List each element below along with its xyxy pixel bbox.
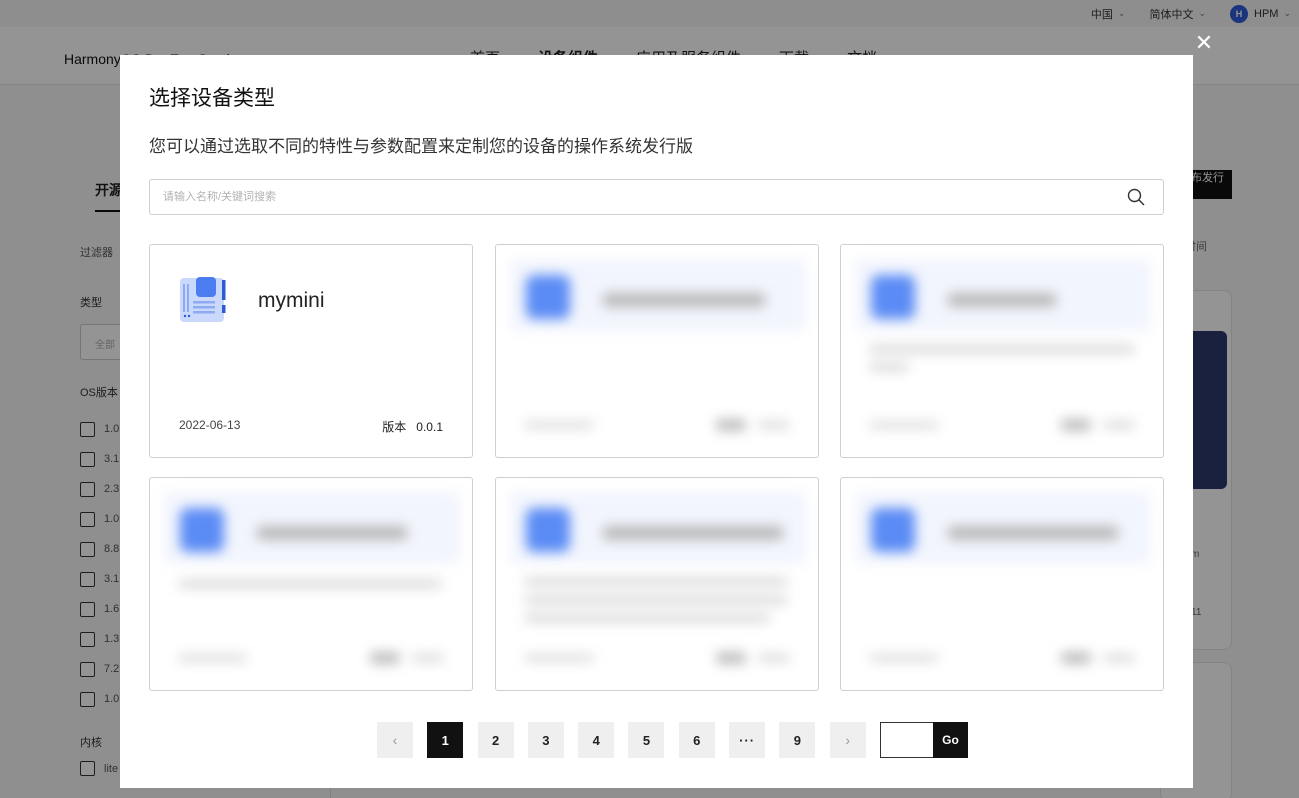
blurred-content [496,245,818,457]
search-icon[interactable] [1127,188,1145,206]
device-card[interactable]: mymini 2022-06-13 版本 0.0.1 [149,244,473,458]
page-button-2[interactable]: 2 [477,722,514,758]
device-card-blurred[interactable] [840,477,1164,691]
search-box [149,179,1164,215]
goto-page-input[interactable] [879,722,933,758]
device-card-blurred[interactable] [840,244,1164,458]
version-label: 版本 [382,420,407,434]
modal-subtitle: 您可以通过选取不同的特性与参数配置来定制您的设备的操作系统发行版 [149,137,693,156]
version-value: 0.0.1 [416,420,443,434]
device-card-blurred[interactable] [149,477,473,691]
go-button[interactable]: Go [932,722,968,758]
device-card-version: 版本 0.0.1 [382,418,443,435]
blurred-content [150,478,472,690]
page-button-4[interactable]: 4 [578,722,615,758]
goto-page: Go [879,722,968,758]
modal-title: 选择设备类型 [149,87,275,110]
page-button-6[interactable]: 6 [678,722,715,758]
search-input[interactable] [150,180,1110,214]
page-ellipsis[interactable]: ··· [729,722,766,758]
blurred-content [496,478,818,690]
pagination: ‹ 1 2 3 4 5 6 ··· 9 › Go [377,722,968,758]
device-type-modal: 选择设备类型 您可以通过选取不同的特性与参数配置来定制您的设备的操作系统发行版 [120,55,1193,788]
device-card-blurred[interactable] [494,477,819,691]
device-card-name: mymini [258,289,325,312]
blurred-content [841,245,1163,457]
device-card-date: 2022-06-13 [179,418,241,432]
board-icon [180,277,226,322]
page-button-1[interactable]: 1 [427,722,464,758]
page-button-5[interactable]: 5 [628,722,665,758]
next-page-button[interactable]: › [829,722,866,758]
prev-page-button[interactable]: ‹ [377,722,413,758]
page-button-3[interactable]: 3 [527,722,564,758]
blurred-content [841,478,1163,690]
page-button-9[interactable]: 9 [779,722,816,758]
close-icon[interactable]: ✕ [1193,32,1215,54]
device-card-blurred[interactable] [494,244,819,458]
